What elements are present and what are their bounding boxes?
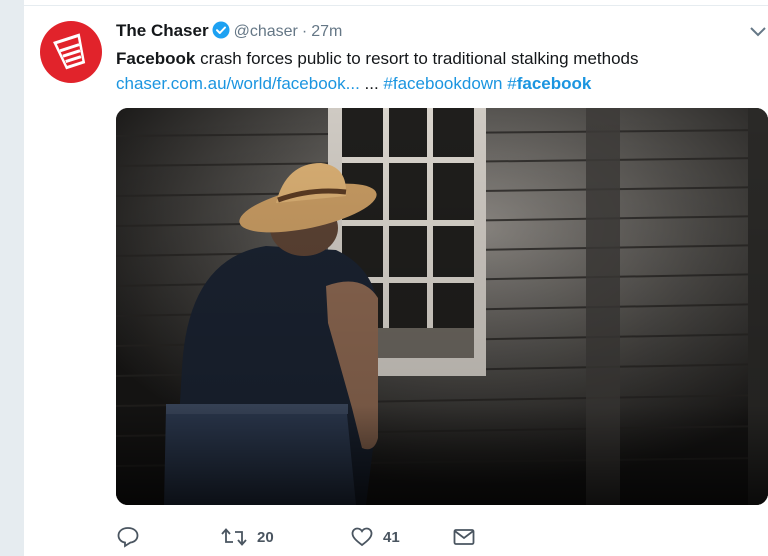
tweet-timestamp[interactable]: 27m [311, 23, 342, 40]
divider [24, 5, 768, 6]
chevron-down-icon[interactable] [748, 24, 768, 40]
text-rest: crash forces public to resort to traditi… [195, 49, 639, 68]
chaser-logo-icon [53, 33, 86, 70]
photo-man-at-window [116, 108, 768, 505]
retweet-count: 20 [257, 528, 274, 546]
heart-icon [350, 526, 374, 548]
hashtag-prefix[interactable]: # [503, 74, 516, 93]
tweet-text-line: Facebook crash forces public to resort t… [116, 46, 756, 71]
tweet-header: The Chaser @chaser · 27m [116, 20, 342, 42]
article-link[interactable]: chaser.com.au/world/facebook... [116, 74, 360, 93]
verified-icon [212, 21, 230, 45]
author-name[interactable]: The Chaser [116, 21, 209, 40]
envelope-icon [452, 526, 476, 548]
retweet-icon [220, 526, 248, 548]
hashtag-facebook[interactable]: facebook [517, 74, 592, 93]
tweet-card[interactable]: The Chaser @chaser · 27m Facebook crash for… [24, 0, 768, 556]
tweet-text: Facebook crash forces public to resort t… [116, 46, 756, 96]
separator-dot: · [301, 23, 308, 40]
direct-message-button[interactable] [452, 524, 476, 550]
retweet-button[interactable]: 20 [220, 524, 274, 550]
reply-icon [116, 526, 140, 548]
tweet-links-line: chaser.com.au/world/facebook... ... #fac… [116, 71, 756, 96]
reply-button[interactable] [116, 524, 140, 550]
text-bold: Facebook [116, 49, 196, 68]
author-handle[interactable]: @chaser [234, 23, 298, 40]
avatar[interactable] [40, 21, 102, 83]
tweet-image[interactable] [116, 108, 768, 505]
hashtag-facebookdown[interactable]: #facebookdown [383, 74, 502, 93]
like-count: 41 [383, 528, 400, 546]
ellipsis: ... [359, 74, 384, 93]
like-button[interactable]: 41 [350, 524, 400, 550]
tweet-actions: 20 41 [116, 524, 516, 550]
